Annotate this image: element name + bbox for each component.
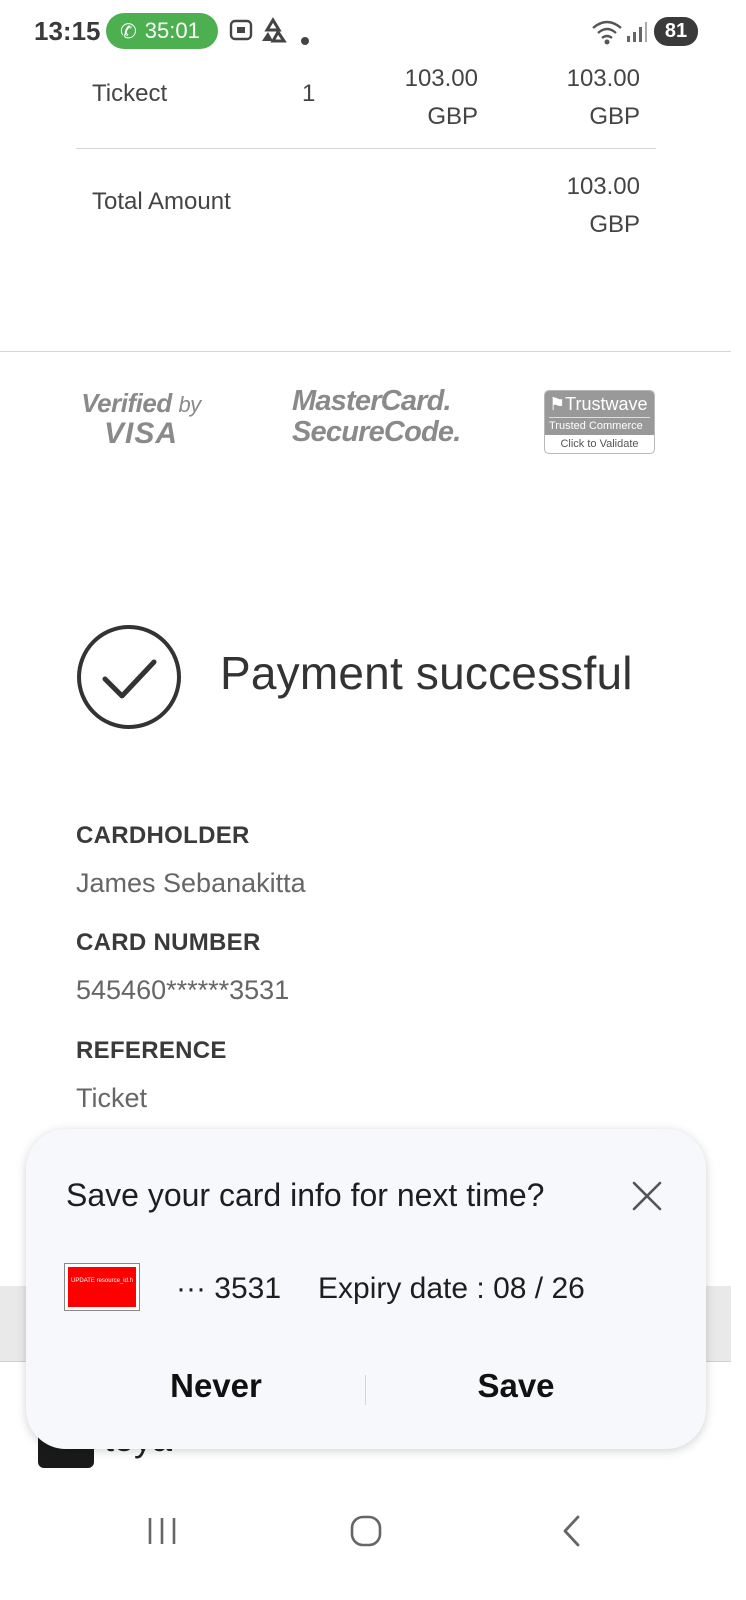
card-number-label: CARD NUMBER: [76, 929, 261, 956]
payment-status-title: Payment successful: [220, 647, 633, 699]
total-label: Total Amount: [92, 188, 231, 215]
card-thumbnail: UPDATE resource_id.h: [64, 1263, 140, 1311]
total-row: Total Amount 103.00 GBP: [76, 168, 656, 248]
item-total-currency: GBP: [589, 103, 640, 130]
section-divider: [0, 351, 731, 352]
item-total: 103.00 GBP: [528, 60, 640, 136]
vbv-visa: VISA: [103, 417, 179, 450]
reference-value: Ticket: [76, 1083, 148, 1113]
recent-apps-icon[interactable]: [132, 1506, 192, 1556]
total-value: 103.00 GBP: [528, 168, 640, 244]
signal-icon: [626, 20, 648, 50]
trustwave-badge[interactable]: ⚑Trustwave Trusted Commerce Click to Val…: [544, 390, 655, 454]
mc-line2: SecureCode.: [292, 416, 461, 448]
call-timer: 35:01: [144, 18, 200, 43]
trustwave-subtitle: Trusted Commerce: [549, 417, 650, 434]
screenshot-icon: [228, 18, 254, 48]
trustwave-flag-icon: ⚑: [549, 394, 566, 414]
order-item-row: Tickect 1 103.00 GBP 103.00 GBP: [76, 60, 656, 140]
cardholder-value: James Sebanakitta: [76, 868, 306, 898]
reference-label: REFERENCE: [76, 1037, 227, 1064]
verified-by-visa-logo: Verified by VISA: [76, 388, 206, 449]
mc-line1: MasterCard.: [292, 385, 452, 417]
wifi-icon: [590, 18, 624, 52]
never-button[interactable]: Never: [66, 1355, 366, 1417]
unit-price-currency: GBP: [427, 103, 478, 130]
back-icon[interactable]: [542, 1506, 602, 1556]
unit-price-amount: 103.00: [404, 65, 478, 92]
battery-indicator: 81: [654, 17, 698, 46]
save-card-sheet: Save your card info for next time? UPDAT…: [26, 1129, 706, 1449]
home-icon[interactable]: [336, 1506, 396, 1556]
trustwave-validate-link[interactable]: Click to Validate: [545, 435, 654, 453]
mastercard-securecode-logo: MasterCard. SecureCode.: [292, 385, 461, 448]
check-circle-icon: [76, 624, 182, 730]
vbv-by: by: [178, 392, 201, 417]
system-nav-bar: [0, 1480, 746, 1600]
recycle-icon: [258, 17, 288, 51]
card-expiry: Expiry date : 08 / 26: [318, 1272, 585, 1305]
card-number-value: 545460******3531: [76, 975, 290, 1005]
total-amount: 103.00: [566, 173, 640, 200]
cardholder-label: CARDHOLDER: [76, 822, 250, 849]
close-icon[interactable]: [630, 1179, 664, 1213]
notification-dot-icon: [300, 26, 310, 52]
phone-icon: ✆: [120, 20, 137, 43]
status-bar: 13:15 ✆ 35:01 81: [0, 0, 746, 62]
call-timer-pill[interactable]: ✆ 35:01: [106, 13, 218, 49]
item-total-amount: 103.00: [566, 65, 640, 92]
item-name: Tickect: [92, 80, 168, 107]
status-time: 13:15: [34, 16, 101, 46]
row-divider: [76, 148, 656, 149]
total-currency: GBP: [589, 211, 640, 238]
vbv-verified: Verified: [81, 388, 172, 418]
trustwave-brand: Trustwave: [565, 394, 648, 414]
item-unit-price: 103.00 GBP: [366, 60, 478, 136]
card-last-digits: ··· 3531: [176, 1272, 282, 1305]
item-qty: 1: [302, 80, 316, 107]
save-card-title: Save your card info for next time?: [66, 1177, 545, 1213]
card-thumbnail-image: UPDATE resource_id.h: [68, 1267, 136, 1307]
save-button[interactable]: Save: [366, 1355, 666, 1417]
